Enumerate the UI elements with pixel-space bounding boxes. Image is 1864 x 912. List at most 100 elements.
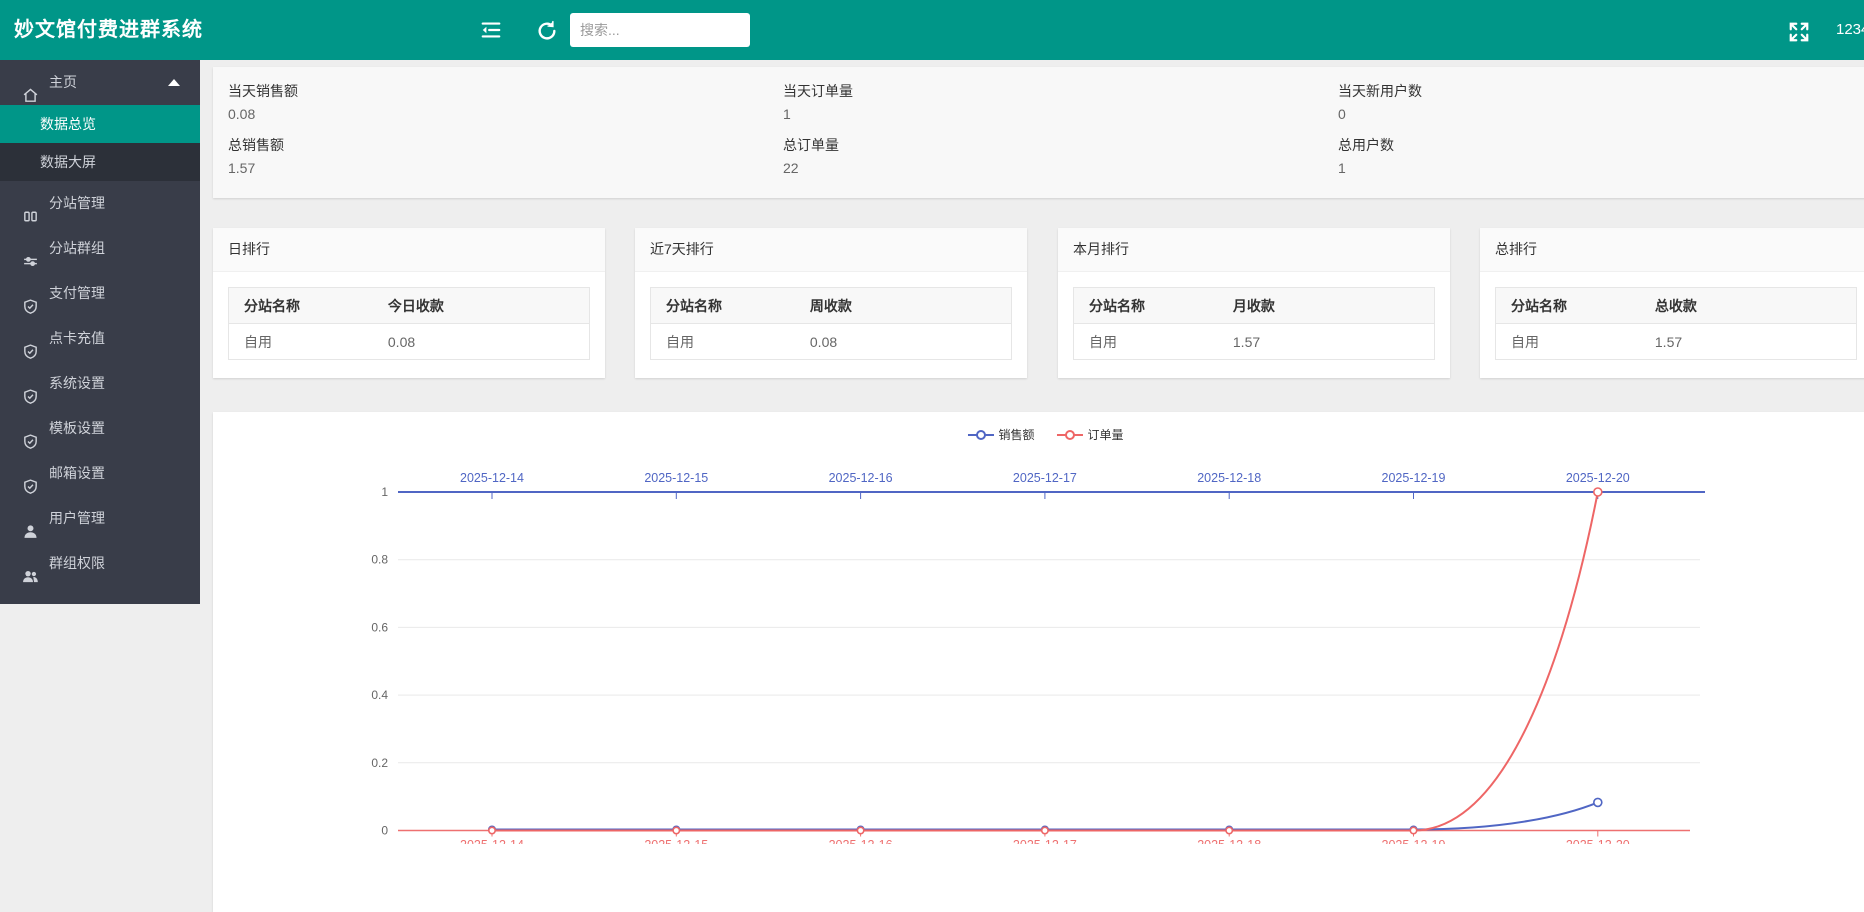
stat-label: 当天订单量 <box>783 81 1308 101</box>
svg-text:2025-12-14: 2025-12-14 <box>460 471 524 485</box>
stats-card: 当天销售额0.08总销售额1.57当天订单量1总订单量22当天新用户数0总用户数… <box>213 67 1864 198</box>
svg-text:2025-12-20: 2025-12-20 <box>1566 471 1630 485</box>
ranking-card-total: 总排行分站名称总收款自用1.57 <box>1480 228 1864 378</box>
column-header: 总收款 <box>1640 288 1857 324</box>
sidebar-item-label: 支付管理 <box>49 285 105 301</box>
stats-column: 当天新用户数 0 总用户数 1 <box>1323 67 1864 198</box>
sidebar-item-payment-manage[interactable]: 支付管理 <box>0 271 200 316</box>
columns-icon <box>22 194 39 211</box>
search-input[interactable] <box>570 13 750 47</box>
amount-cell: 1.57 <box>1640 324 1857 360</box>
svg-text:2025-12-20: 2025-12-20 <box>1566 838 1630 844</box>
sidebar-item-mailbox-settings[interactable]: 邮箱设置 <box>0 451 200 496</box>
ranking-card-daily: 日排行分站名称今日收款自用0.08 <box>213 228 605 378</box>
shield-check-icon <box>22 464 39 481</box>
ranking-card-title: 近7天排行 <box>635 228 1027 272</box>
table-row[interactable]: 自用1.57 <box>1074 324 1435 360</box>
site-name-cell: 自用 <box>1074 324 1218 360</box>
sidebar-item-site-groups[interactable]: 分站群组 <box>0 226 200 271</box>
svg-text:2025-12-15: 2025-12-15 <box>644 471 708 485</box>
ranking-card-month: 本月排行分站名称月收款自用1.57 <box>1058 228 1450 378</box>
stat-value: 1 <box>1338 160 1863 176</box>
ranking-card-week7: 近7天排行分站名称周收款自用0.08 <box>635 228 1027 378</box>
ranking-card-body: 分站名称月收款自用1.57 <box>1058 272 1450 375</box>
ranking-card-title: 本月排行 <box>1058 228 1450 272</box>
sidebar-item-card-recharge[interactable]: 点卡充值 <box>0 316 200 361</box>
sliders-icon <box>22 239 39 256</box>
sidebar-item-label: 用户管理 <box>49 510 105 526</box>
sidebar-item-label: 分站群组 <box>49 240 105 256</box>
ranking-card-title: 日排行 <box>213 228 605 272</box>
svg-text:0.2: 0.2 <box>371 756 388 770</box>
legend-item-sales[interactable]: 销售额 <box>967 426 1034 443</box>
table-row[interactable]: 自用0.08 <box>651 324 1012 360</box>
stat-value: 1.57 <box>228 160 753 176</box>
username[interactable]: 12345 <box>1836 0 1864 60</box>
shield-check-icon <box>22 329 39 346</box>
stats-column: 当天销售额0.08总销售额1.57 <box>213 67 768 198</box>
chart-card: 销售额订单量 10.80.60.40.202025-12-142025-12-1… <box>213 412 1864 912</box>
menu-fold-icon[interactable] <box>480 19 502 41</box>
svg-text:2025-12-15: 2025-12-15 <box>644 838 708 844</box>
sidebar-item-label: 邮箱设置 <box>49 465 105 481</box>
svg-text:2025-12-14: 2025-12-14 <box>460 838 524 844</box>
svg-text:2025-12-16: 2025-12-16 <box>829 838 893 844</box>
table-row[interactable]: 自用1.57 <box>1496 324 1857 360</box>
amount-cell: 0.08 <box>373 324 590 360</box>
sidebar-item-home[interactable]: 主页 <box>0 60 200 105</box>
legend-label: 订单量 <box>1088 426 1124 443</box>
sidebar-item-group-permissions[interactable]: 群组权限 <box>0 541 200 586</box>
svg-text:0: 0 <box>381 824 388 838</box>
sidebar-item-label: 主页 <box>49 74 77 90</box>
stats-column: 当天订单量1总订单量22 <box>768 67 1323 198</box>
stat-label: 当天销售额 <box>228 81 753 101</box>
sidebar-item-label: 点卡充值 <box>49 330 105 346</box>
sidebar-item-user-manage[interactable]: 用户管理 <box>0 496 200 541</box>
ranking-card-body: 分站名称总收款自用1.57 <box>1480 272 1864 375</box>
column-header: 周收款 <box>795 288 1012 324</box>
stat-label: 总销售额 <box>228 135 753 155</box>
sidebar-subitem-data-screen[interactable]: 数据大屏 <box>0 143 200 181</box>
legend-line-icon <box>967 429 993 441</box>
user-icon <box>22 509 39 526</box>
stat-label: 总用户数 <box>1338 135 1863 155</box>
stat-label: 总订单量 <box>783 135 1308 155</box>
svg-text:2025-12-17: 2025-12-17 <box>1013 838 1077 844</box>
sidebar-submenu: 数据总览数据大屏 <box>0 105 200 181</box>
sidebar-item-label: 系统设置 <box>49 375 105 391</box>
search-box <box>570 13 750 47</box>
refresh-icon[interactable] <box>536 20 556 40</box>
sidebar-item-system-settings[interactable]: 系统设置 <box>0 361 200 406</box>
sidebar-item-site-manage[interactable]: 分站管理 <box>0 181 200 226</box>
svg-text:0.4: 0.4 <box>371 688 388 702</box>
site-name-cell: 自用 <box>651 324 795 360</box>
shield-check-icon <box>22 419 39 436</box>
legend-label: 销售额 <box>998 426 1034 443</box>
legend-item-orders[interactable]: 订单量 <box>1057 426 1124 443</box>
svg-text:2025-12-18: 2025-12-18 <box>1197 838 1261 844</box>
stat-value: 0 <box>1338 106 1863 122</box>
site-name-cell: 自用 <box>1496 324 1640 360</box>
stat-value: 22 <box>783 160 1308 176</box>
column-header: 今日收款 <box>373 288 590 324</box>
ranking-card-body: 分站名称周收款自用0.08 <box>635 272 1027 375</box>
svg-text:2025-12-19: 2025-12-19 <box>1382 471 1446 485</box>
table-row[interactable]: 自用0.08 <box>229 324 590 360</box>
home-icon <box>22 73 39 90</box>
site-name-cell: 自用 <box>229 324 373 360</box>
shield-check-icon <box>22 374 39 391</box>
column-header: 分站名称 <box>651 288 795 324</box>
column-header: 分站名称 <box>1074 288 1218 324</box>
sidebar: 主页数据总览数据大屏分站管理分站群组支付管理点卡充值系统设置模板设置邮箱设置用户… <box>0 60 200 604</box>
column-header: 月收款 <box>1218 288 1435 324</box>
sidebar-subitem-data-overview[interactable]: 数据总览 <box>0 105 200 143</box>
column-header: 分站名称 <box>1496 288 1640 324</box>
ranking-table: 分站名称月收款自用1.57 <box>1073 287 1435 360</box>
app-title: 妙文馆付费进群系统 <box>14 0 203 60</box>
stat-label: 当天新用户数 <box>1338 81 1863 101</box>
sidebar-item-template-settings[interactable]: 模板设置 <box>0 406 200 451</box>
svg-text:0.8: 0.8 <box>371 553 388 567</box>
column-header: 分站名称 <box>229 288 373 324</box>
svg-text:2025-12-18: 2025-12-18 <box>1197 471 1261 485</box>
fullscreen-icon[interactable] <box>1788 21 1807 40</box>
